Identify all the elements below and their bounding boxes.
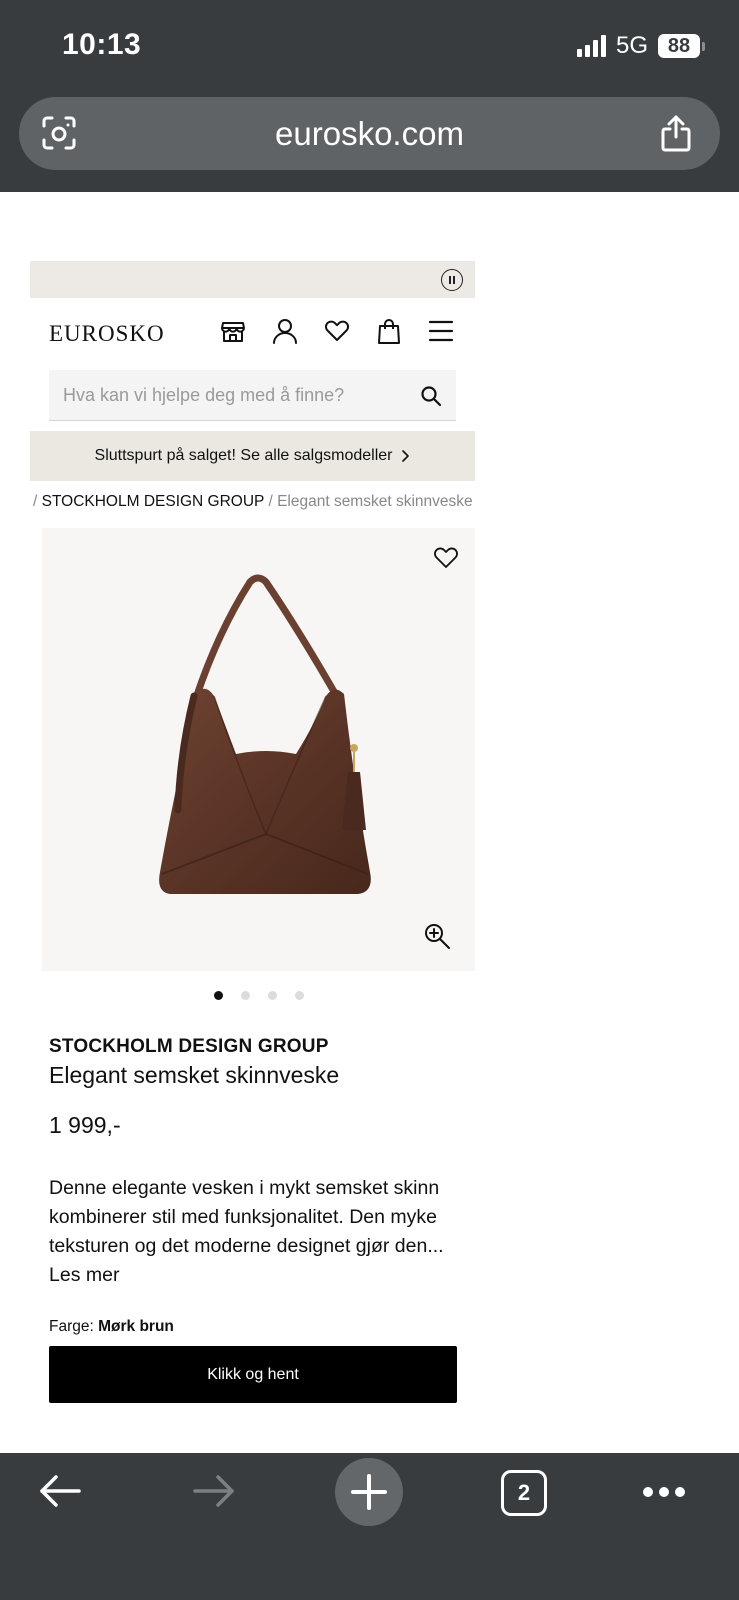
wishlist-icon[interactable] xyxy=(323,317,351,345)
site-header: EUROSKO xyxy=(30,298,475,370)
product-name: Elegant semsket skinnveske xyxy=(49,1062,340,1088)
forward-arrow-icon[interactable] xyxy=(192,1474,236,1508)
browser-bottom-bar: 2 xyxy=(0,1453,739,1600)
sale-banner-text: Sluttspurt på salget! Se alle salgsmodel… xyxy=(94,447,393,464)
search-input[interactable] xyxy=(49,370,456,420)
gallery-dot[interactable] xyxy=(267,991,277,1000)
color-row: Farge: Mørk brun xyxy=(49,1318,475,1336)
search-icon[interactable] xyxy=(420,385,442,407)
store-icon[interactable] xyxy=(219,317,247,345)
share-icon[interactable] xyxy=(658,113,694,153)
cart-icon[interactable] xyxy=(375,317,403,345)
signal-icon xyxy=(576,35,606,57)
more-options-icon[interactable] xyxy=(641,1485,687,1499)
status-indicators: 5G 88 xyxy=(576,32,705,60)
product-brand[interactable]: STOCKHOLM DESIGN GROUP xyxy=(49,1036,475,1058)
network-type: 5G xyxy=(615,32,648,59)
pause-icon[interactable] xyxy=(441,269,463,291)
search-box xyxy=(49,370,456,421)
sale-banner[interactable]: Sluttspurt på salget! Se alle salgsmodel… xyxy=(30,431,475,481)
menu-icon[interactable] xyxy=(427,317,455,345)
zoom-in-icon[interactable] xyxy=(423,922,451,950)
click-and-collect-button[interactable]: Klikk og hent xyxy=(49,1346,457,1403)
url-text[interactable]: eurosko.com xyxy=(19,115,720,153)
breadcrumb-current: Elegant semsket skinnveske xyxy=(277,493,473,510)
chevron-right-icon xyxy=(402,450,410,462)
gallery-dot[interactable] xyxy=(240,991,250,1000)
read-more-link[interactable]: Les mer xyxy=(49,1261,469,1290)
product-description: Denne elegante vesken i mykt semsket ski… xyxy=(49,1174,469,1290)
plus-icon xyxy=(351,1474,387,1510)
color-label: Farge: xyxy=(49,1318,94,1335)
gallery-dots xyxy=(30,991,475,1000)
site-logo[interactable]: EUROSKO xyxy=(49,321,165,347)
breadcrumb-separator: / xyxy=(33,493,38,510)
back-arrow-icon[interactable] xyxy=(38,1474,82,1508)
breadcrumb-separator: / xyxy=(268,493,273,510)
gallery-dot[interactable] xyxy=(213,991,223,1000)
gallery-dot[interactable] xyxy=(294,991,304,1000)
product-description-text: Denne elegante vesken i mykt semsket ski… xyxy=(49,1177,444,1257)
account-icon[interactable] xyxy=(271,317,299,345)
header-icons xyxy=(219,317,455,345)
battery-level: 88 xyxy=(658,34,700,58)
breadcrumb-brand-link[interactable]: STOCKHOLM DESIGN GROUP xyxy=(42,493,265,510)
battery-icon: 88 xyxy=(658,34,705,58)
new-tab-button[interactable] xyxy=(335,1458,403,1526)
status-time: 10:13 xyxy=(62,28,142,61)
web-page: EUROSKO Sluttspurt på salg xyxy=(30,261,475,1403)
url-bar[interactable]: eurosko.com xyxy=(19,97,720,170)
favorite-heart-icon[interactable] xyxy=(433,546,459,570)
promo-strip xyxy=(30,261,475,298)
breadcrumb: / STOCKHOLM DESIGN GROUP / Elegant semsk… xyxy=(30,493,475,511)
tab-switcher-button[interactable]: 2 xyxy=(501,1470,547,1516)
product-price: 1 999,- xyxy=(49,1112,121,1138)
browser-top-bar: 10:13 5G 88 eurosko.com xyxy=(0,0,739,192)
product-image xyxy=(159,574,371,894)
color-value: Mørk brun xyxy=(98,1318,174,1335)
product-image-gallery[interactable] xyxy=(42,528,475,971)
